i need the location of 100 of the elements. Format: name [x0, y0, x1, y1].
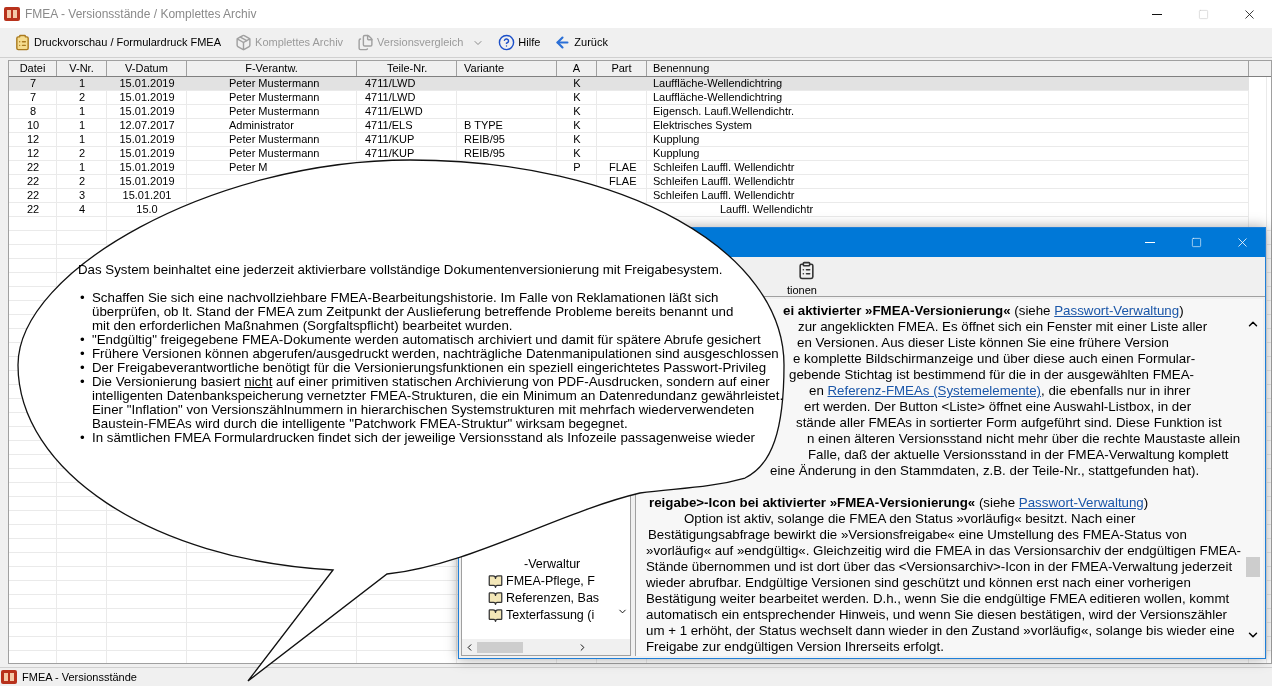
column-header[interactable]: V-Nr.	[57, 61, 107, 76]
scrollbar-thumb[interactable]	[477, 641, 523, 653]
table-cell: Schleifen Lauffl. Wellendichtr	[653, 161, 795, 174]
bullet-text: "Endgültig" freigegebene FMEA-Dokumente werden automatisch archiviert und damit für spätere Abrufe gesichert	[92, 333, 761, 347]
table-cell: Schleifen Lauffl. Wellendichtr	[653, 175, 795, 188]
help-text-line: Bestätigungsabfrage bewirkt die »Versionsfreigabe« eine Umstellung des FMEA-Status von	[648, 527, 1187, 543]
help-text-line: »vorläufig« auf »endgültig«. Gleichzeitig wird die FMEA in das Versionsarchiv der endgültigen FMEA-	[646, 543, 1241, 559]
table-cell: 15.01.2019	[119, 91, 175, 104]
status-text: FMEA - Versionsstände	[22, 669, 137, 685]
table-cell: K	[573, 91, 581, 104]
column-header[interactable]: Part	[597, 61, 647, 76]
help-link[interactable]: Passwort-Verwaltung	[1018, 495, 1144, 510]
table-cell: Peter Mustermann	[229, 133, 320, 146]
table-row[interactable]: 7 1 15.01.2019 Peter Mustermann 4711/LWD K Lauffläche-Wellendichtring	[9, 77, 1249, 91]
bullet-marker: •	[79, 375, 86, 389]
table-cell: Kupplung	[653, 133, 700, 146]
minimize-icon	[1145, 242, 1155, 243]
table-cell: Lauffläche-Wellendichtring	[653, 77, 783, 90]
column-header[interactable]: Benennung	[647, 61, 1249, 76]
window-title: FMEA - Versionsstände / Komplettes Archiv	[25, 6, 257, 23]
table-row[interactable]: 10 1 12.07.2017 Administrator 4711/ELS B TYPE K Elektrisches System	[9, 119, 1249, 133]
book-icon	[488, 608, 503, 623]
table-cell: K	[573, 133, 581, 146]
clipboard-icon	[14, 34, 31, 51]
table-cell: 2	[78, 147, 86, 160]
table-row[interactable]: 7 2 15.01.2019 Peter Mustermann 4711/LWD K Lauffläche-Wellendichtring	[9, 91, 1249, 105]
help-text-line: zur angeklickten FMEA. Es öffnet sich ein Fenster mit einer Liste aller	[798, 319, 1208, 335]
clipboard-icon	[797, 261, 817, 280]
table-cell: 4711/LWD	[365, 77, 416, 90]
bullet-marker: •	[79, 361, 86, 375]
table-cell: 4711/ELWD	[365, 105, 423, 118]
table-row[interactable]: 12 1 15.01.2019 Peter Mustermann 4711/KUP REIB/95 K Kupplung	[9, 133, 1249, 147]
options-button[interactable]: tionen	[787, 261, 817, 296]
table-cell: K	[573, 105, 581, 118]
help-text-line: Option ist aktiv, solange die FMEA den Status »vorläufig« besitzt. Nach einer	[684, 511, 1136, 527]
horizontal-scrollbar[interactable]	[462, 639, 630, 655]
table-cell: 1	[78, 161, 86, 174]
table-cell: 1	[78, 105, 86, 118]
table-cell: 4711/LWD	[365, 91, 416, 104]
table-cell: K	[573, 119, 581, 132]
maximize-icon	[1190, 237, 1202, 248]
toolbar-button[interactable]: Druckvorschau / Formulardruck FMEA	[14, 34, 222, 51]
table-cell: 7	[29, 77, 37, 90]
table-cell: 4711/KUP	[365, 133, 415, 146]
table-cell: 12	[26, 133, 40, 146]
toolbar-button[interactable]: Zurück	[554, 34, 608, 51]
table-cell: 3	[78, 189, 86, 202]
table-row[interactable]: 8 1 15.01.2019 Peter Mustermann 4711/ELWD K Eigensch. Laufl.Wellendichtr.	[9, 105, 1249, 119]
table-cell: 12.07.2017	[119, 119, 175, 132]
column-header[interactable]: A	[557, 61, 597, 76]
table-cell: Peter Mustermann	[229, 147, 320, 160]
help-text-line: wieder abrufbar. Endgültige Versionen sind geschützt und können erst nach einer vorherigen	[646, 575, 1191, 591]
tree-item[interactable]: FMEA-Pflege, F	[462, 573, 614, 590]
help-text-line: n einen älteren Versionsstand nicht mehr über die rechte Maustaste allein	[807, 431, 1241, 447]
bullet-text: Die Versionierung basiert nicht auf einer primitiven statischen Archivierung von PDF-Ausdrucken, sondern auf einer intelligenten Datenbankspeicherung vernetzter FMEA-Strukturen, die ein Minimum an Datenredundanz gewährleistet. Einer "Inflation" von Versionszählnummern in hierarchischen Systemstrukturen mit mehrfach wiederverwendeten Baustein-FMEAs wird durch die intelligente "Patchwork FMEA-Struktur" wirksam begegnet.	[92, 375, 784, 431]
help-icon	[498, 34, 516, 51]
help-text-line: ert werden. Der Button <Liste> öffnet eine Auswahl-Listbox, in der	[804, 399, 1192, 415]
minimize-icon	[1152, 13, 1162, 15]
table-cell: 7	[29, 91, 37, 104]
help-text-line: Falle, daß der aktuelle Versionsstand in der FMEA-Verwaltung komplett	[808, 447, 1229, 463]
help-text-line: ei aktivierter »FMEA-Versionierung« (siehe Passwort-Verwaltung)	[783, 303, 1184, 319]
table-cell: 2	[78, 91, 86, 104]
table-cell: 15.01.2019	[119, 105, 175, 118]
bullet-text: Der Freigabeverantwortliche benötigt für die Versionierungsfunktionen ein speziell eingerichtetes Passwort-Privileg	[92, 361, 767, 375]
table-cell: Peter Mustermann	[229, 91, 320, 104]
tree-item[interactable]: Texterfassung (i	[462, 607, 614, 624]
table-cell: REIB/95	[464, 147, 505, 160]
help-text-line: gebende Stichtag ist bestimmend für die in der ausgewählten FMEA-	[789, 367, 1195, 383]
bullet-marker: •	[79, 431, 86, 445]
column-header[interactable]: Teile-Nr.	[357, 61, 457, 76]
table-cell: P	[573, 161, 581, 174]
tree-item[interactable]: Referenzen, Bas	[462, 590, 614, 607]
table-cell: 15.01.2019	[119, 175, 175, 188]
column-header[interactable]: Datei	[9, 61, 57, 76]
bullet-marker: •	[79, 333, 86, 347]
table-cell: REIB/95	[464, 133, 505, 146]
maximize-icon	[1197, 8, 1209, 20]
table-cell: Peter Mustermann	[229, 77, 320, 90]
help-link[interactable]: Passwort-Verwaltung	[1054, 303, 1180, 318]
toolbar-button[interactable]: Hilfe	[498, 34, 541, 51]
column-header[interactable]: F-Verantw.	[187, 61, 357, 76]
help-text-line: Bestätigung weiter bearbeitet werden. D.h., wenn Sie die endgültige FMEA editieren wollen, kommt	[646, 591, 1230, 607]
table-cell: 22	[26, 203, 40, 216]
table-cell: 1	[78, 77, 86, 90]
table-cell: Schleifen Lauffl. Wellendichtr	[653, 189, 795, 202]
column-header[interactable]: Variante	[457, 61, 557, 76]
help-link[interactable]: Referenz-FMEAs (Systemelemente)	[827, 383, 1042, 398]
scrollbar-thumb[interactable]	[1246, 557, 1260, 577]
table-cell: 1	[78, 119, 86, 132]
table-cell: 8	[29, 105, 37, 118]
table-cell: K	[573, 147, 581, 160]
table-cell: FLAE	[609, 161, 637, 174]
bullet-text: Schaffen Sie sich eine nachvollziehbare FMEA-Bearbeitungshistorie. Im Falle von Reklamationen läßt sich überprüfen, ob lt. Stand der FMEA zum Zeitpunkt der Auslieferung betreffende Probleme bereits benannt und mit den erforderlichen Maßnahmen (Sorgfaltspflicht) bearbeitet wurden.	[92, 291, 734, 333]
table-cell: 22	[26, 189, 40, 202]
table-cell: 2	[78, 175, 86, 188]
column-header[interactable]: V-Datum	[107, 61, 187, 76]
table-cell: K	[573, 77, 581, 90]
table-cell: 12	[26, 147, 40, 160]
tree-item[interactable]: -Verwaltur	[462, 556, 614, 573]
table-cell: Elektrisches System	[653, 119, 753, 132]
